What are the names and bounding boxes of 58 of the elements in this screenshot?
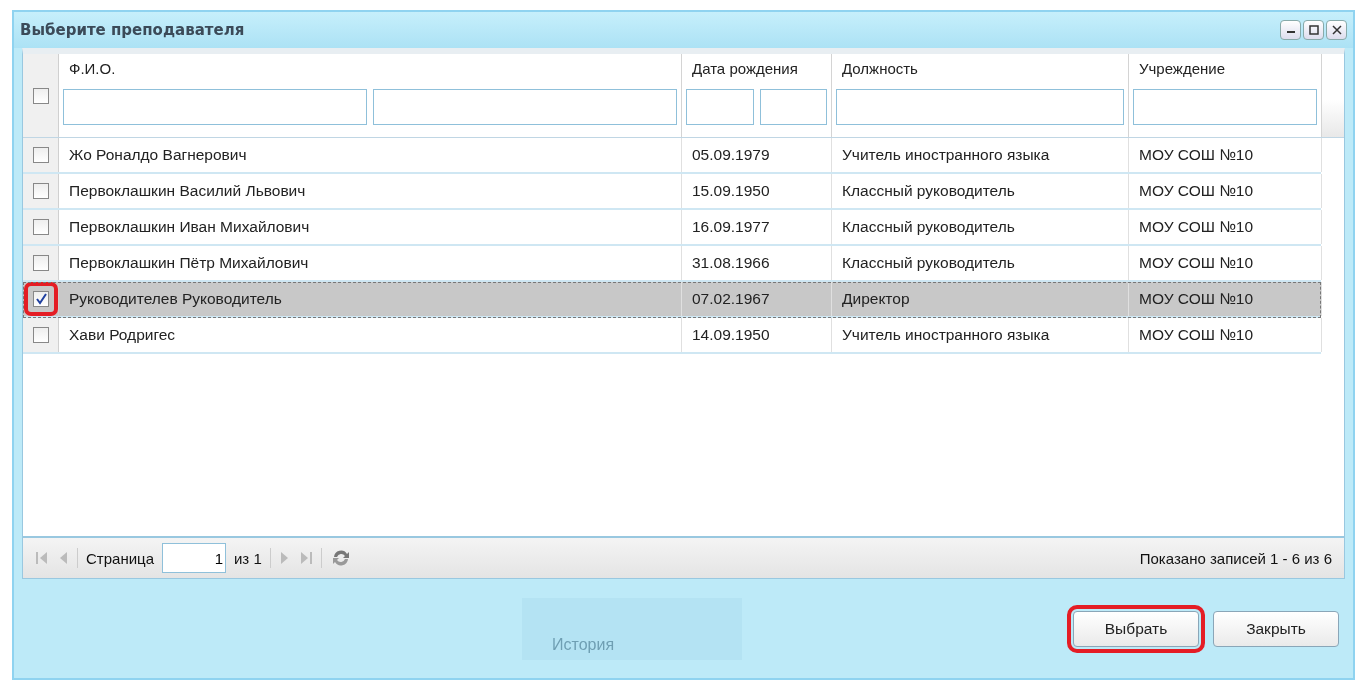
table-cell: 07.02.1967	[692, 290, 770, 308]
filter-field[interactable]	[836, 89, 1124, 125]
row-checkbox[interactable]	[32, 255, 49, 271]
table-cell: Учитель иностранного языка	[842, 326, 1050, 344]
table-cell: Первоклашкин Иван Михайлович	[69, 218, 310, 236]
table-cell: 15.09.1950	[692, 182, 770, 200]
filter-field[interactable]	[686, 89, 754, 125]
close-icon	[1331, 25, 1342, 35]
maximize-button[interactable]	[1303, 20, 1324, 40]
table-cell: МОУ СОШ №10	[1139, 290, 1254, 308]
page-count: из 1	[234, 549, 262, 567]
close-button[interactable]	[1326, 20, 1347, 40]
dialog-button[interactable]: Закрыть	[1213, 610, 1339, 647]
dialog-button[interactable]: Выбрать	[1073, 610, 1199, 647]
table-cell: Руководителев Руководитель	[69, 290, 282, 308]
table-cell: 31.08.1966	[692, 254, 770, 272]
table-cell: Хави Родригес	[69, 326, 176, 344]
row-checkbox[interactable]	[32, 291, 49, 307]
table-row[interactable]: Первоклашкин Иван Михайлович 16.09.1977 Классный руководитель МОУ СОШ №10	[23, 210, 1321, 246]
row-checkbox[interactable]	[32, 147, 49, 163]
column-header[interactable]: Дата рождения	[686, 60, 798, 77]
window-title: Выберите преподавателя	[20, 21, 245, 39]
table-cell: Жо Роналдо Вагнерович	[69, 146, 247, 164]
table-row[interactable]: Первоклашкин Василий Львович 15.09.1950 Классный руководитель МОУ СОШ №10	[23, 174, 1321, 210]
table-cell: Первоклашкин Василий Львович	[69, 182, 306, 200]
table-cell: МОУ СОШ №10	[1139, 218, 1254, 236]
filter-field[interactable]	[759, 89, 827, 125]
table-row[interactable]: Хави Родригес 14.09.1950 Учитель иностранного языка МОУ СОШ №10	[23, 318, 1321, 354]
table-cell: Первоклашкин Пётр Михайлович	[69, 254, 309, 272]
filter-field[interactable]	[63, 89, 367, 125]
minimize-button[interactable]	[1280, 20, 1301, 40]
table-cell: МОУ СОШ №10	[1139, 326, 1254, 344]
row-checkbox[interactable]	[32, 183, 49, 199]
records-summary: Показано записей 1 - 6 из 6	[1139, 549, 1332, 567]
table-cell: 05.09.1979	[692, 146, 770, 164]
table-cell: 16.09.1977	[692, 218, 770, 236]
page-number-field[interactable]: 1	[162, 543, 226, 573]
table-cell: Классный руководитель	[842, 254, 1015, 272]
filter-field[interactable]	[1133, 89, 1317, 125]
table-cell: МОУ СОШ №10	[1139, 146, 1254, 164]
table-cell: Классный руководитель	[842, 182, 1015, 200]
table-cell: Учитель иностранного языка	[842, 146, 1050, 164]
filter-field[interactable]	[373, 89, 677, 125]
page-label: Страница	[86, 549, 154, 567]
row-checkbox[interactable]	[32, 219, 49, 235]
table-cell: Директор	[842, 290, 910, 308]
column-header[interactable]: Ф.И.О.	[63, 60, 116, 77]
column-header[interactable]: Учреждение	[1133, 60, 1225, 77]
table-cell: МОУ СОШ №10	[1139, 254, 1254, 272]
table-row[interactable]: Жо Роналдо Вагнерович 05.09.1979 Учитель иностранного языка МОУ СОШ №10	[23, 138, 1321, 174]
table-cell: 14.09.1950	[692, 326, 770, 344]
row-checkbox[interactable]	[32, 327, 49, 343]
column-header[interactable]: Должность	[836, 60, 918, 77]
table-cell: Классный руководитель	[842, 218, 1015, 236]
table-row[interactable]: Руководителев Руководитель 07.02.1967 Директор МОУ СОШ №10	[23, 282, 1321, 318]
maximize-icon	[1308, 25, 1319, 35]
table-cell: МОУ СОШ №10	[1139, 182, 1254, 200]
select-all-checkbox[interactable]	[32, 87, 49, 104]
